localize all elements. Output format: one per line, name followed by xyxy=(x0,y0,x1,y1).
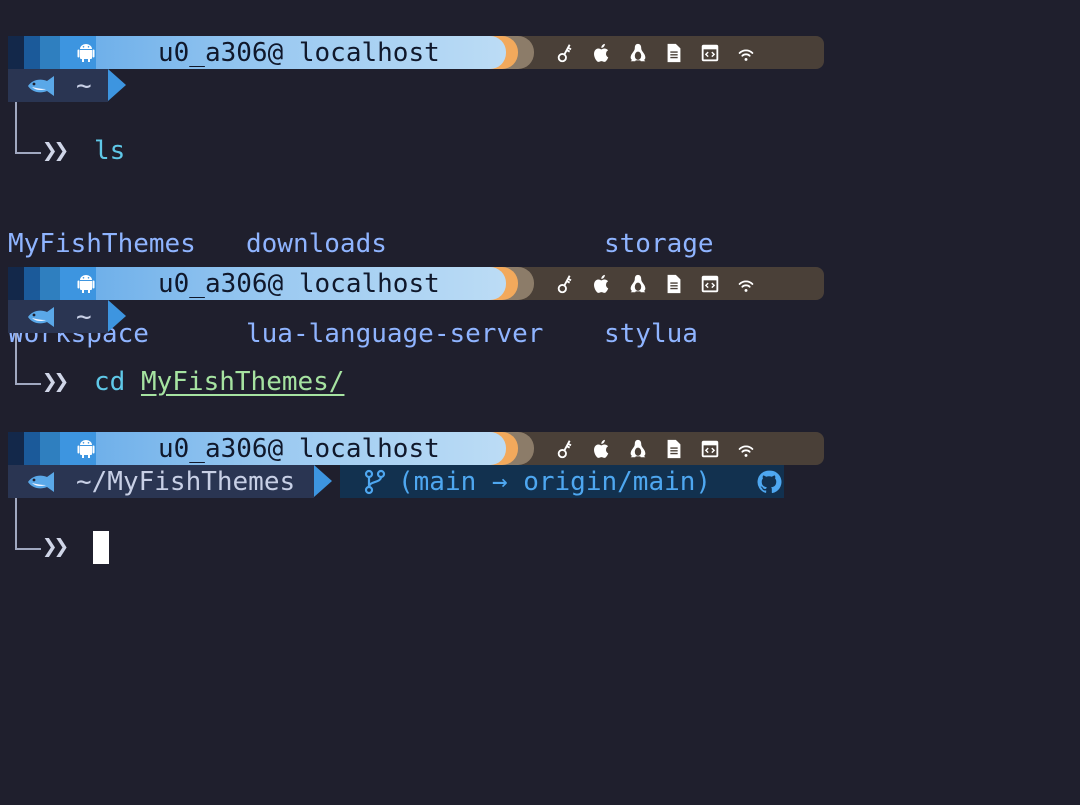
linux-tux-icon xyxy=(620,272,656,296)
list-item: storage xyxy=(604,229,714,259)
list-item: lua-language-server xyxy=(246,319,544,349)
cwd: ~ xyxy=(76,71,92,101)
prompt-connector xyxy=(15,102,41,154)
list-item: MyFishThemes xyxy=(8,229,196,259)
wifi-icon xyxy=(728,272,764,296)
fish-icon xyxy=(28,307,54,327)
cwd: ~ xyxy=(76,302,92,332)
command: ls xyxy=(94,136,126,166)
prompt-symbol: ❯❯ xyxy=(42,532,69,562)
user-host: u0_a306@ localhost xyxy=(158,38,440,68)
apple-icon xyxy=(584,41,620,65)
prompt-symbol: ❯❯ xyxy=(42,136,69,166)
status-bar: u0_a306@ localhost xyxy=(8,432,824,465)
prompt-connector xyxy=(15,498,41,550)
android-icon xyxy=(77,44,95,62)
linux-tux-icon xyxy=(620,41,656,65)
document-icon xyxy=(656,41,692,65)
github-icon xyxy=(757,470,782,494)
status-bar: u0_a306@ localhost xyxy=(8,36,824,69)
linux-tux-icon xyxy=(620,437,656,461)
cwd: ~/MyFishThemes xyxy=(76,467,296,497)
document-icon xyxy=(656,437,692,461)
prompt-symbol: ❯❯ xyxy=(42,367,69,397)
apple-icon xyxy=(584,437,620,461)
command: cd xyxy=(94,367,126,397)
list-item: stylua xyxy=(604,319,698,349)
code-window-icon xyxy=(692,41,728,65)
user-host: u0_a306@ localhost xyxy=(158,434,440,464)
key-icon xyxy=(548,437,584,461)
document-icon xyxy=(656,272,692,296)
git-branch-icon xyxy=(364,469,386,495)
key-icon xyxy=(548,41,584,65)
android-icon xyxy=(77,440,95,458)
apple-icon xyxy=(584,272,620,296)
text-cursor[interactable] xyxy=(93,531,109,564)
status-bar: u0_a306@ localhost xyxy=(8,267,824,300)
fish-icon xyxy=(28,472,54,492)
prompt-connector xyxy=(15,333,41,385)
code-window-icon xyxy=(692,272,728,296)
fish-icon xyxy=(28,76,54,96)
git-status: (main → origin/main) xyxy=(398,467,712,497)
wifi-icon xyxy=(728,41,764,65)
key-icon xyxy=(548,272,584,296)
code-window-icon xyxy=(692,437,728,461)
android-icon xyxy=(77,275,95,293)
command-line: cd MyFishThemes/ xyxy=(94,367,344,397)
user-host: u0_a306@ localhost xyxy=(158,269,440,299)
wifi-icon xyxy=(728,437,764,461)
command-argument: MyFishThemes/ xyxy=(140,367,345,397)
list-item: downloads xyxy=(246,229,387,259)
